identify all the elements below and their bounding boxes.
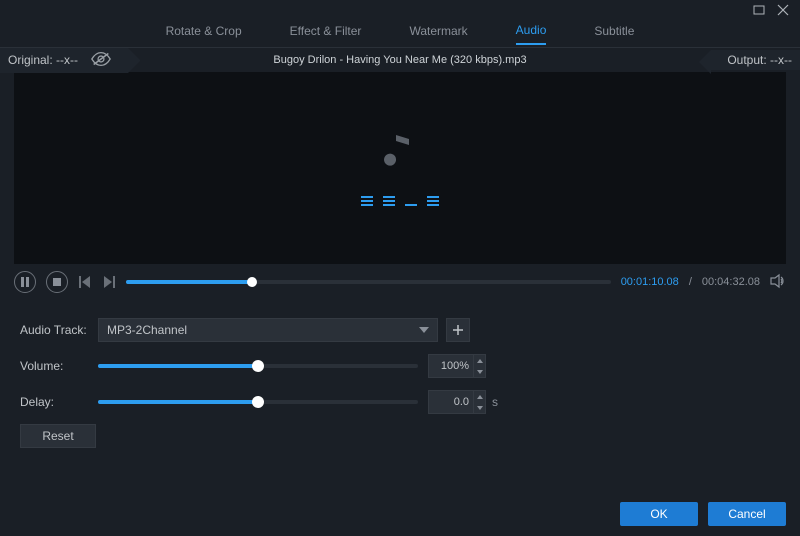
delay-up-button[interactable] (474, 391, 485, 402)
delay-spinner (474, 390, 486, 414)
filename-label: Bugoy Drilon - Having You Near Me (320 k… (273, 54, 526, 66)
tab-audio[interactable]: Audio (516, 23, 547, 45)
delay-slider[interactable] (98, 400, 418, 404)
music-note-icon (383, 131, 417, 174)
volume-label: Volume: (20, 359, 98, 373)
tab-subtitle[interactable]: Subtitle (594, 24, 634, 44)
delay-value[interactable]: 0.0 (428, 390, 474, 414)
volume-spinner (474, 354, 486, 378)
audio-track-select[interactable]: MP3-2Channel (98, 318, 438, 342)
audio-track-label: Audio Track: (20, 323, 98, 337)
speaker-icon (770, 273, 786, 289)
output-size-label: Output: --x-- (727, 53, 792, 67)
original-size-label: Original: --x-- (8, 53, 78, 67)
preview-area (14, 72, 786, 264)
delay-label: Delay: (20, 395, 98, 409)
plus-icon (452, 324, 464, 336)
volume-up-button[interactable] (474, 355, 485, 366)
volume-button[interactable] (770, 273, 786, 292)
maximize-icon (753, 4, 765, 16)
tab-rotate-crop[interactable]: Rotate & Crop (166, 24, 242, 44)
tab-bar: Rotate & Crop Effect & Filter Watermark … (0, 20, 800, 48)
add-audio-track-button[interactable] (446, 318, 470, 342)
prev-button[interactable] (78, 275, 92, 289)
current-time: 00:01:10.08 (621, 276, 679, 288)
delay-down-button[interactable] (474, 402, 485, 413)
chevron-down-icon (419, 327, 429, 333)
equalizer-icon (361, 194, 439, 206)
playback-bar: 00:01:10.08 / 00:04:32.08 (0, 264, 800, 300)
time-separator: / (689, 276, 692, 288)
timeline-thumb[interactable] (247, 277, 257, 287)
duration-time: 00:04:32.08 (702, 276, 760, 288)
close-icon (777, 4, 789, 16)
audio-track-selected: MP3-2Channel (107, 323, 187, 337)
delay-unit: s (492, 395, 498, 409)
timeline-slider[interactable] (126, 280, 611, 284)
delay-slider-thumb[interactable] (252, 396, 264, 408)
stop-icon (52, 277, 62, 287)
next-icon (103, 276, 115, 288)
volume-slider[interactable] (98, 364, 418, 368)
next-button[interactable] (102, 275, 116, 289)
info-bar: Original: --x-- Bugoy Drilon - Having Yo… (0, 48, 800, 72)
pause-icon (20, 277, 30, 287)
reset-button[interactable]: Reset (20, 424, 96, 448)
prev-icon (79, 276, 91, 288)
tab-watermark[interactable]: Watermark (409, 24, 467, 44)
close-button[interactable] (776, 3, 790, 17)
volume-value[interactable]: 100% (428, 354, 474, 378)
cancel-button[interactable]: Cancel (708, 502, 786, 526)
play-pause-button[interactable] (14, 271, 36, 293)
volume-down-button[interactable] (474, 366, 485, 377)
ok-button[interactable]: OK (620, 502, 698, 526)
tab-effect-filter[interactable]: Effect & Filter (290, 24, 362, 44)
maximize-button[interactable] (752, 3, 766, 17)
volume-slider-thumb[interactable] (252, 360, 264, 372)
stop-button[interactable] (46, 271, 68, 293)
preview-toggle[interactable] (90, 51, 112, 70)
eye-off-icon (90, 51, 112, 67)
